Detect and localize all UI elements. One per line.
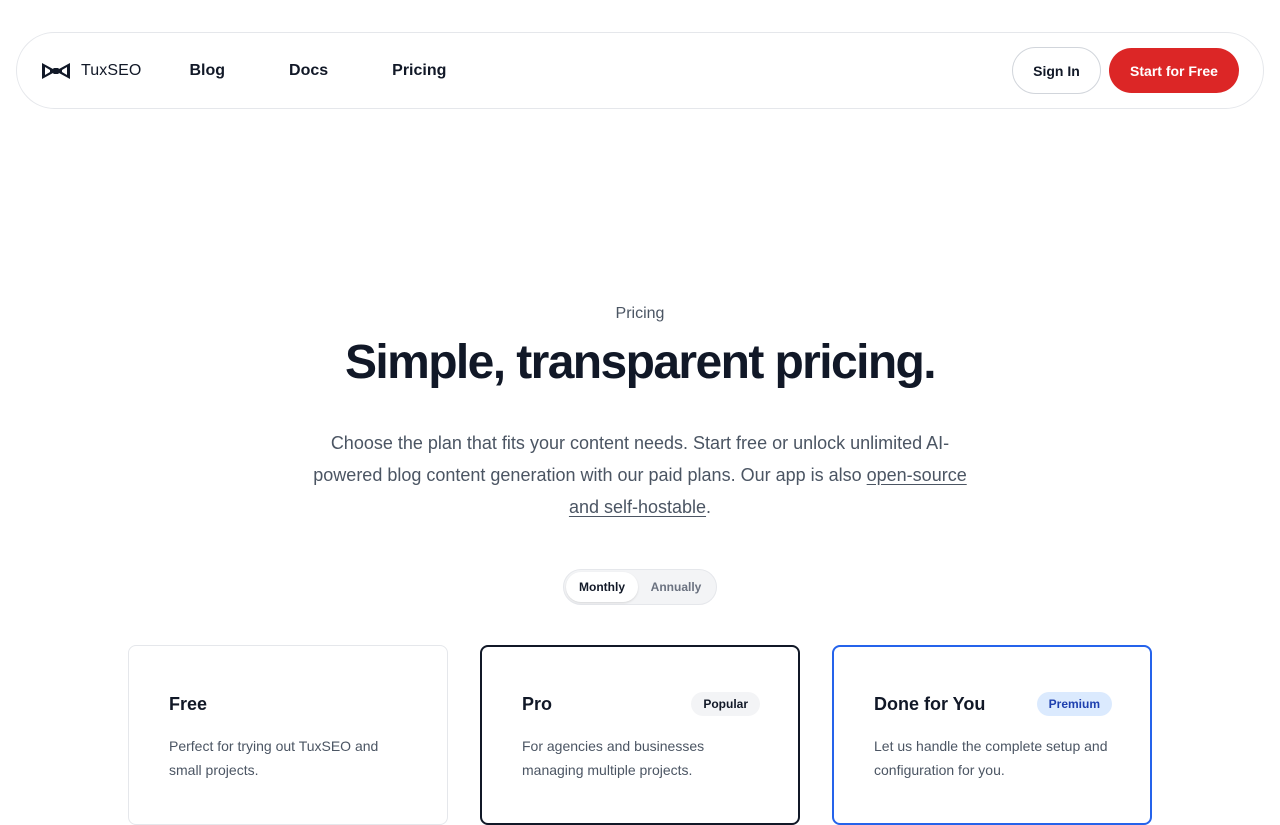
bow-tie-icon [41,61,71,81]
top-navbar: TuxSEO Blog Docs Pricing Sign In Start f… [16,32,1264,109]
plan-card-header: Pro Popular [522,690,760,718]
nav-link-blog[interactable]: Blog [189,62,225,80]
plan-card-header: Free [169,690,407,718]
premium-badge: Premium [1036,692,1112,716]
billing-period-toggle: Monthly Annually [563,569,717,605]
plan-name: Done for You [874,693,986,714]
brand-home-link[interactable]: TuxSEO [41,61,141,81]
hero-subtitle: Choose the plan that fits your content n… [300,427,980,523]
brand-name: TuxSEO [81,61,142,79]
sign-in-button[interactable]: Sign In [1012,47,1101,94]
nav-actions: Sign In Start for Free [1012,47,1239,94]
page-title: Simple, transparent pricing. [344,336,937,389]
nav-links: Blog Docs Pricing [189,62,510,80]
section-eyebrow: Pricing [615,305,665,322]
plan-name: Free [169,693,208,714]
plan-card-done-for-you: Done for You Premium Let us handle the c… [832,645,1152,825]
plan-card-free: Free Perfect for trying out TuxSEO and s… [128,645,448,825]
plan-name: Pro [522,693,553,714]
hero-subtitle-end: . [706,497,712,517]
plan-description: Perfect for trying out TuxSEO and small … [169,738,379,778]
nav-link-docs[interactable]: Docs [289,62,328,80]
plan-card-header: Done for You Premium [874,690,1112,718]
plan-description: For agencies and businesses managing mul… [522,738,705,778]
plan-card-pro: Pro Popular For agencies and businesses … [480,645,800,825]
popular-badge: Popular [691,692,760,716]
start-for-free-button[interactable]: Start for Free [1109,48,1239,93]
toggle-annually[interactable]: Annually [638,572,714,602]
nav-link-pricing[interactable]: Pricing [392,62,446,80]
plan-description: Let us handle the complete setup and con… [874,738,1108,778]
hero-subtitle-text: Choose the plan that fits your content n… [313,433,950,485]
toggle-monthly[interactable]: Monthly [566,572,638,602]
